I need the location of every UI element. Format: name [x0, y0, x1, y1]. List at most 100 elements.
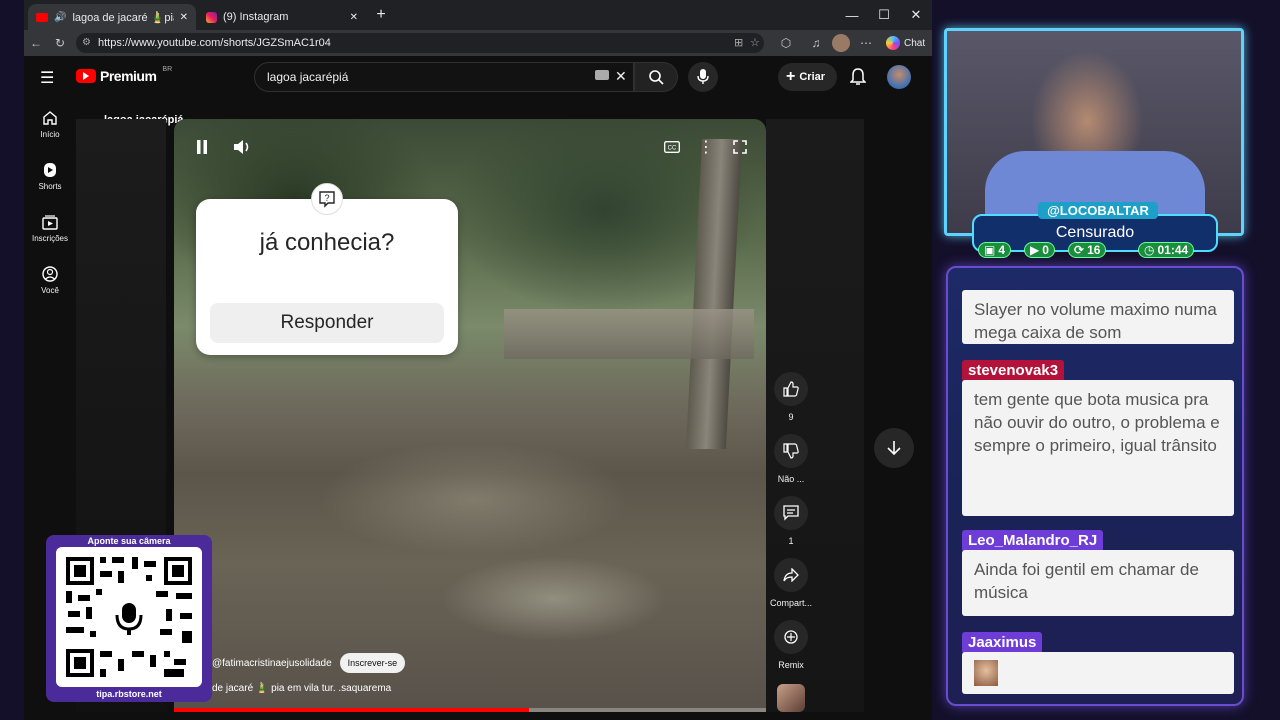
share-label: Compart... — [769, 598, 812, 608]
you-icon — [42, 266, 58, 282]
copilot-chat-button[interactable]: Chat — [882, 33, 931, 53]
share-button[interactable]: Compart... — [766, 558, 816, 608]
stream-timer: ◷ 01:44 — [1138, 242, 1195, 258]
region-code: BR — [162, 65, 173, 73]
youtube-premium-logo[interactable]: Premium BR — [76, 65, 173, 84]
reload-icon[interactable]: ↻ — [52, 35, 68, 51]
chat-username: Leo_Malandro_RJ — [962, 530, 1104, 552]
url-text: https://www.youtube.com/shorts/JGZSmAC1r… — [98, 37, 331, 49]
arrow-down-icon — [887, 441, 901, 456]
sticker-question: já conhecia? — [259, 229, 395, 256]
comment-icon — [774, 496, 808, 530]
instagram-favicon-icon — [206, 11, 217, 23]
logo-text: Premium — [100, 68, 157, 84]
menu-hamburger-icon[interactable]: ☰ — [40, 68, 54, 88]
sidebar-item-inscricoes[interactable]: Inscrições — [24, 214, 76, 262]
sidebar-item-label: Inscrições — [31, 234, 68, 243]
thumbs-up-icon — [774, 372, 808, 406]
dislike-button[interactable]: Não ... — [766, 434, 816, 484]
twitch-icon: ▣ — [984, 243, 996, 257]
apps-icon[interactable]: ⊞ — [734, 36, 743, 49]
like-count: 9 — [788, 412, 794, 422]
sidebar-item-shorts[interactable]: Shorts — [24, 162, 76, 210]
notifications-bell-icon[interactable] — [850, 68, 866, 86]
youtube-favicon-icon — [36, 12, 48, 22]
extensions-icon[interactable]: ⬡ — [778, 35, 794, 51]
subscriptions-icon — [42, 215, 58, 230]
create-button[interactable]: + Criar — [778, 63, 838, 91]
url-bar[interactable]: ⚙ https://www.youtube.com/shorts/JGZSmAC… — [76, 33, 764, 53]
more-dots-icon[interactable]: ⋯ — [858, 35, 874, 51]
maximize-button[interactable]: ☐ — [872, 6, 896, 24]
sidebar-item-inicio[interactable]: Início — [24, 110, 76, 158]
volume-button[interactable] — [226, 131, 258, 163]
captions-button[interactable]: CC — [656, 131, 688, 163]
new-tab-button[interactable]: + — [372, 6, 390, 24]
progress-fill — [174, 708, 530, 712]
share-arrow-icon — [774, 558, 808, 592]
back-arrow-icon[interactable]: ← — [28, 35, 44, 51]
favorite-star-icon[interactable]: ☆ — [750, 36, 760, 49]
twitch-count: 4 — [998, 243, 1006, 257]
youtube-count: 0 — [1042, 243, 1049, 257]
short-title[interactable]: de jacaré 🎍 pia em vila tur. .saquarema — [212, 683, 391, 694]
sidebar-item-label: Início — [40, 130, 60, 139]
respond-button[interactable]: Responder — [210, 303, 444, 343]
profile-avatar[interactable] — [832, 34, 850, 52]
tab-youtube[interactable]: 🔊 lagoa de jacaré 🎍pia em vila ✕ — [28, 4, 196, 30]
stream-status: Censurado — [1055, 224, 1135, 241]
search-input[interactable]: lagoa jacarépiá ✕ — [254, 62, 634, 92]
chat-emote — [974, 660, 998, 686]
more-options-icon[interactable]: ⋮ — [690, 131, 722, 163]
site-info-icon[interactable]: ⚙ — [82, 37, 91, 48]
close-window-button[interactable]: ✕ — [904, 6, 928, 24]
minimize-button[interactable]: — — [840, 6, 864, 24]
chat-username: stevenovak3 — [962, 360, 1065, 382]
search-query: lagoa jacarépiá — [267, 70, 349, 84]
next-short-button[interactable] — [874, 428, 914, 468]
remix-button[interactable]: Remix — [766, 620, 816, 670]
tab-title: lagoa de jacaré 🎍pia em vila — [72, 11, 173, 24]
comments-button[interactable]: 1 — [766, 496, 816, 546]
channel-handle[interactable]: @fatimacristinaejusolidade — [212, 658, 332, 669]
speaker-icon[interactable]: 🔊 — [54, 12, 66, 23]
svg-text:?: ? — [324, 193, 329, 203]
home-icon — [43, 111, 57, 125]
copilot-icon — [886, 36, 900, 50]
youtube-header: ☰ Premium BR lagoa jacarépiá ✕ + Criar — [24, 56, 932, 100]
youtube-play-icon — [76, 69, 96, 83]
short-video-player[interactable]: CC ⋮ ? já conhecia? Responder @fatimacri… — [174, 119, 766, 712]
create-label: Criar — [799, 71, 826, 83]
microphone-icon — [697, 69, 709, 84]
like-button[interactable]: 9 — [766, 372, 816, 422]
kick-count: 16 — [1087, 243, 1101, 257]
fullscreen-button[interactable] — [724, 131, 756, 163]
volume-icon — [234, 140, 249, 154]
account-avatar[interactable] — [887, 65, 911, 89]
sidebar-item-label: Shorts — [38, 182, 62, 191]
tab-close-icon[interactable]: ✕ — [350, 12, 358, 23]
qr-bottom-text: tipa.rbstore.net — [96, 689, 162, 699]
streamer-handle: @LOCOBALTAR — [1038, 202, 1158, 219]
subscribe-button[interactable]: Inscrever-se — [339, 653, 406, 673]
voice-search-button[interactable] — [688, 62, 718, 92]
qr-code-graphic — [66, 557, 192, 677]
pause-button[interactable] — [186, 131, 218, 163]
media-icon[interactable]: ♫ — [808, 35, 824, 51]
sound-thumbnail[interactable] — [777, 684, 805, 712]
search-button[interactable] — [634, 62, 678, 92]
sidebar-item-voce[interactable]: Você — [24, 266, 76, 314]
youtube-icon: ▶ — [1030, 243, 1040, 257]
keyboard-icon[interactable] — [595, 70, 609, 80]
channel-row: @fatimacristinaejusolidade Inscrever-se — [212, 653, 406, 673]
search-icon — [649, 70, 664, 85]
sidebar-item-label: Você — [41, 286, 59, 295]
tab-title: (9) Instagram — [223, 11, 289, 23]
clear-search-icon[interactable]: ✕ — [615, 68, 627, 85]
progress-bar[interactable] — [174, 708, 766, 712]
chat-panel: Slayer no volume maximo numa mega caixa … — [946, 266, 1244, 706]
tab-instagram[interactable]: (9) Instagram ✕ — [198, 4, 366, 30]
address-toolbar: ← ↻ ⚙ https://www.youtube.com/shorts/JGZ… — [24, 30, 932, 56]
tab-close-icon[interactable]: ✕ — [180, 12, 188, 23]
chat-label: Chat — [904, 37, 926, 49]
